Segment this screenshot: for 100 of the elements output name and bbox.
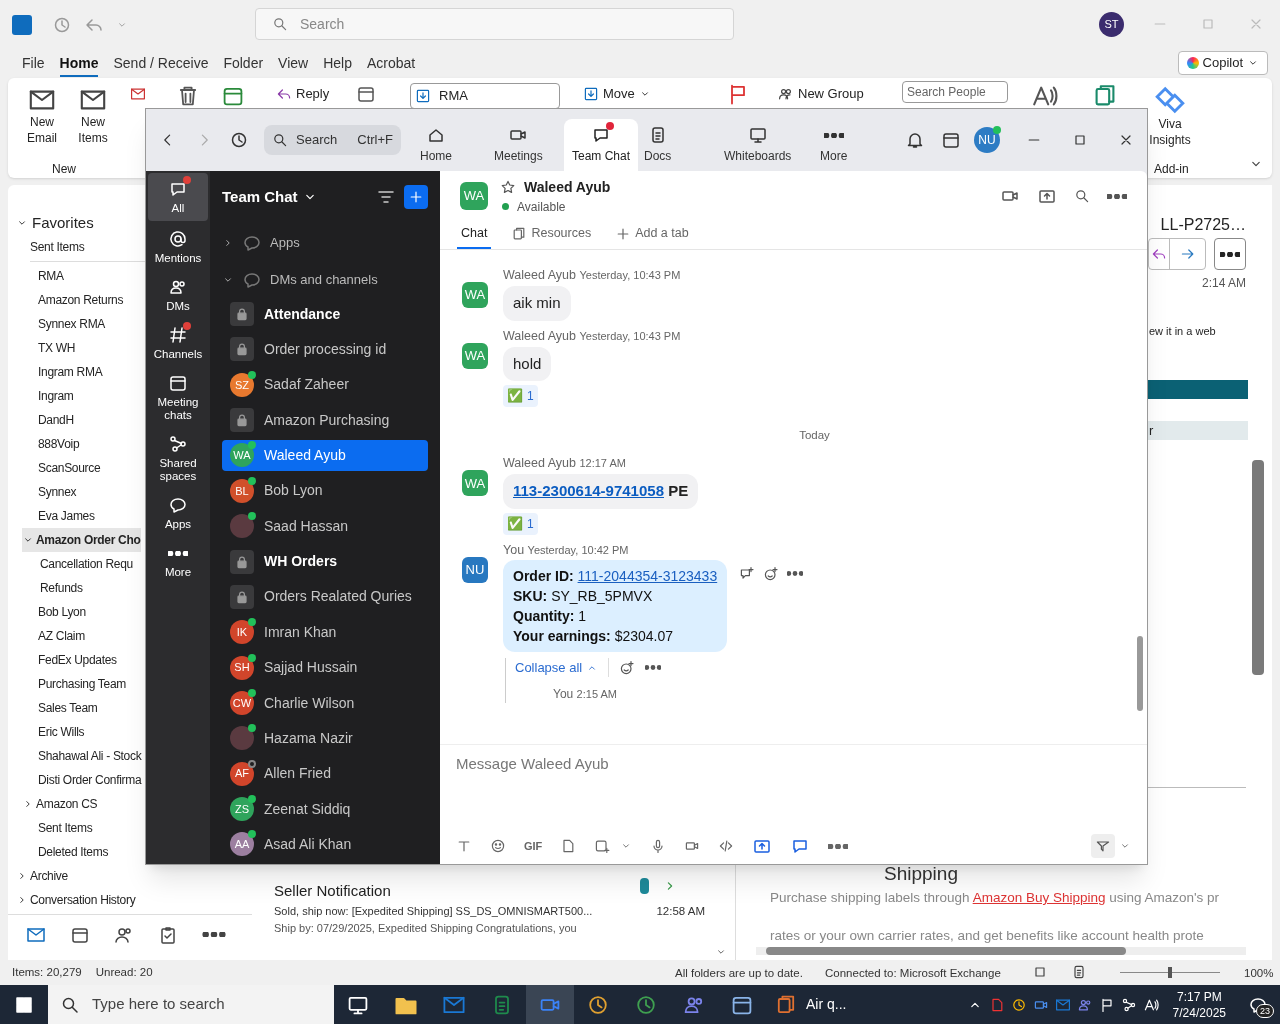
tasks-icon[interactable]	[158, 924, 178, 945]
chat-list-item[interactable]: AA Asad Ali Khan	[222, 828, 428, 861]
move-button[interactable]: Move	[583, 84, 651, 104]
rail-item[interactable]: Channels	[148, 321, 208, 365]
section-header[interactable]: DMs and channels	[222, 261, 428, 299]
maximize-icon[interactable]	[1072, 132, 1088, 148]
user-avatar[interactable]: ST	[1099, 12, 1124, 37]
folder-item[interactable]: Ingram RMA	[38, 360, 103, 384]
chat-list-item[interactable]: CW Charlie Wilson	[222, 687, 428, 719]
add-reaction-icon[interactable]	[619, 659, 636, 676]
add-reaction-icon[interactable]	[763, 565, 780, 582]
nav-tab[interactable]: Docs	[636, 119, 680, 171]
chat-list-item[interactable]: AF Allen Fried	[222, 758, 428, 790]
new-email-button[interactable]: New Email	[22, 86, 62, 146]
folder-item[interactable]: Purchasing Team	[38, 672, 126, 696]
folder-item[interactable]: Deleted Items	[38, 840, 109, 864]
chat-list-item[interactable]: BL Bob Lyon	[222, 475, 428, 507]
folder-item[interactable]: TX WH	[38, 336, 76, 360]
folder-item[interactable]: Shahawal Ali - Stock	[38, 744, 142, 768]
search-field[interactable]: Search Ctrl+F	[264, 125, 401, 155]
rail-item[interactable]: Mentions	[148, 225, 208, 269]
chat-list-item[interactable]: SH Sajjad Hussain	[222, 651, 428, 684]
nav-tab[interactable]: Meetings	[486, 119, 551, 171]
chat-tab[interactable]: Chat	[457, 220, 492, 249]
rail-item[interactable]: Shared spaces	[148, 430, 208, 487]
chat-list-item[interactable]: ZS Zeenat Siddiq	[222, 793, 428, 825]
more-icon[interactable]	[787, 571, 804, 577]
order-link[interactable]: 113-2300614-9741058	[513, 482, 664, 500]
copilot-button[interactable]: Copilot	[1177, 51, 1268, 75]
chat-tab[interactable]: Add a tab	[611, 220, 693, 249]
rail-item[interactable]: All	[148, 173, 208, 221]
menu-tab[interactable]: Folder	[223, 51, 264, 77]
star-icon[interactable]	[500, 179, 516, 195]
more-icon[interactable]	[202, 932, 226, 937]
order-link[interactable]: 111-2044354-3123433	[577, 567, 718, 584]
folder-item[interactable]: Sent Items	[30, 235, 85, 259]
folder-item[interactable]: Conversation History	[16, 888, 136, 912]
chat-tab[interactable]: Resources	[507, 220, 596, 249]
format-text-icon[interactable]	[456, 838, 472, 854]
gif-button[interactable]: GIF	[524, 837, 543, 855]
folder-item[interactable]: ScanSource	[38, 456, 101, 480]
search-people-field[interactable]: Search People	[902, 81, 1008, 103]
chat-list-item[interactable]: Amazon Purchasing	[222, 404, 428, 436]
weather-button[interactable]: Air q...	[766, 985, 855, 1024]
collapse-all-link[interactable]: Collapse all	[515, 657, 610, 678]
folder-item[interactable]: Refunds	[40, 576, 83, 600]
horizontal-scrollbar[interactable]	[756, 947, 1246, 955]
new-group-button[interactable]: New Group	[778, 84, 864, 104]
folder-item[interactable]: Eric Wills	[38, 720, 85, 744]
chat-list-item[interactable]: IK Imran Khan	[222, 616, 428, 648]
chat-list-item[interactable]: SZ Sadaf Zaheer	[222, 369, 428, 401]
chat-list-item[interactable]: Attendance	[222, 298, 428, 330]
folder-item[interactable]: Amazon Order Cho	[22, 528, 141, 552]
folder-item[interactable]: RMA	[38, 264, 64, 288]
folder-item[interactable]: Amazon Returns	[38, 288, 124, 312]
folder-item[interactable]: Bob Lyon	[38, 600, 86, 624]
rail-item[interactable]: DMs	[148, 273, 208, 317]
menu-tab[interactable]: View	[278, 51, 309, 77]
chat-list-item[interactable]: Hazama Nazir	[222, 722, 428, 755]
folder-item[interactable]: DandH	[38, 408, 74, 432]
folder-item[interactable]: FedEx Updates	[38, 648, 117, 672]
chat-list-item[interactable]: Orders Realated Quries	[222, 581, 428, 613]
nav-tab[interactable]: Whiteboards	[716, 119, 800, 171]
scrollbar-thumb[interactable]	[1252, 460, 1264, 675]
message-input-field[interactable]: Message Waleed Ayub	[456, 745, 1131, 828]
user-avatar[interactable]: NU	[974, 127, 1000, 153]
menu-tab[interactable]: Acrobat	[367, 51, 416, 77]
folder-item[interactable]: Cancellation Requ	[40, 552, 133, 576]
reading-view-icon[interactable]	[1071, 964, 1087, 980]
nav-tab[interactable]: Team Chat	[564, 119, 639, 171]
folder-item[interactable]: Eva James	[38, 504, 95, 528]
emoji-icon[interactable]	[490, 838, 506, 854]
more-icon[interactable]	[1107, 193, 1127, 199]
bell-icon[interactable]	[905, 130, 925, 150]
reaction-chip[interactable]: ✅ 1	[503, 385, 538, 407]
zoom-slider-thumb[interactable]	[1168, 967, 1172, 978]
search-icon[interactable]	[1074, 188, 1090, 204]
folder-item[interactable]: AZ Claim	[38, 624, 85, 648]
amazon-buy-shipping-link[interactable]: Amazon Buy Shipping	[972, 890, 1106, 905]
rail-item[interactable]: Apps	[148, 491, 208, 535]
calendar-icon[interactable]	[941, 130, 961, 150]
send-button[interactable]	[1091, 834, 1115, 858]
scrollbar-thumb[interactable]	[1137, 636, 1143, 711]
taskbar-search-field[interactable]: Type here to search	[48, 985, 334, 1024]
folder-item[interactable]: Disti Order Confirma	[38, 768, 142, 792]
more-icon[interactable]	[645, 665, 662, 670]
list-title-dropdown[interactable]: Team Chat	[222, 186, 318, 209]
nav-tab[interactable]: More	[812, 119, 856, 171]
menu-tab[interactable]: File	[22, 51, 45, 77]
menu-tab[interactable]: Help	[323, 51, 352, 77]
taskbar-clock[interactable]: 7:17 PM 7/24/2025	[1164, 988, 1234, 1021]
menu-tab[interactable]: Send / Receive	[113, 51, 209, 77]
chat-list-item[interactable]: WA Waleed Ayub	[222, 439, 428, 472]
favorites-header[interactable]: Favorites	[16, 211, 94, 235]
folder-item[interactable]: Sales Team	[38, 696, 98, 720]
history-icon[interactable]	[229, 130, 249, 150]
normal-view-icon[interactable]	[1032, 964, 1048, 980]
section-header[interactable]: Apps	[222, 223, 428, 262]
more-actions-button[interactable]	[1214, 238, 1246, 270]
new-items-button[interactable]: New Items	[70, 86, 116, 146]
